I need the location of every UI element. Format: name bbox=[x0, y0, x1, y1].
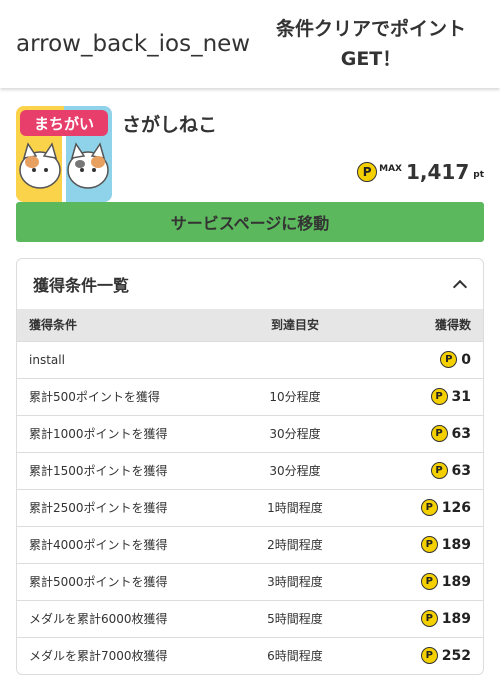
condition-cell: 累計500ポイントを獲得 bbox=[29, 390, 160, 404]
points-cell: P 63 bbox=[373, 452, 483, 489]
eta-cell: 3時間程度 bbox=[267, 575, 323, 589]
condition-cell: 累計1000ポイントを獲得 bbox=[29, 427, 168, 441]
table-row: 累計1000ポイントを獲得 30分程度 P 63 bbox=[17, 415, 483, 452]
table-row: メダルを累計6000枚獲得 5時間程度 P 189 bbox=[17, 600, 483, 637]
page-title-line-2: GET！ bbox=[340, 48, 402, 70]
point-coin-icon: P bbox=[430, 462, 448, 479]
service-page-button[interactable]: サービスページに移動 bbox=[16, 202, 484, 242]
condition-cell: 累計1500ポイントを獲得 bbox=[29, 464, 168, 478]
point-coin-icon: P bbox=[440, 351, 458, 368]
eta-cell: 30分程度 bbox=[269, 427, 321, 441]
max-points: P MAX 1,417 pt bbox=[357, 160, 484, 184]
points-cell: P 31 bbox=[373, 378, 483, 415]
points-value: 63 bbox=[451, 425, 471, 442]
table-row: install P 0 bbox=[17, 341, 483, 378]
points-value: 189 bbox=[441, 610, 471, 627]
max-label: MAX bbox=[379, 164, 402, 174]
point-coin-icon: P bbox=[430, 425, 448, 442]
table-header-row: 獲得条件 到達目安 獲得数 bbox=[17, 309, 483, 341]
points-cell: P 189 bbox=[373, 526, 483, 563]
eta-cell: 10分程度 bbox=[269, 390, 321, 404]
points-cell: P 189 bbox=[373, 563, 483, 600]
app-name: さがしねこ bbox=[122, 114, 218, 136]
points-cell: P 189 bbox=[373, 600, 483, 637]
app-icon-text: まちがい bbox=[34, 115, 94, 133]
points-value: 0 bbox=[461, 351, 471, 368]
page-title: 条件クリアでポイント GET！ bbox=[256, 14, 486, 74]
points-value: 126 bbox=[441, 499, 471, 516]
point-coin-icon: P bbox=[420, 573, 438, 590]
points-value: 189 bbox=[441, 573, 471, 590]
max-points-value: 1,417 bbox=[405, 160, 470, 184]
points-value: 189 bbox=[441, 536, 471, 553]
table-row: 累計1500ポイントを獲得 30分程度 P 63 bbox=[17, 452, 483, 489]
eta-cell: 6時間程度 bbox=[267, 649, 323, 664]
point-coin-icon: P bbox=[430, 388, 448, 405]
condition-cell: install bbox=[29, 352, 65, 367]
condition-cell: メダルを累計7000枚獲得 bbox=[29, 649, 168, 664]
back-button[interactable]: arrow_back_ios_new bbox=[16, 31, 256, 57]
conditions-table: 獲得条件 到達目安 獲得数 install P 0 累計500ポイントを獲得 10分程度… bbox=[17, 309, 483, 674]
eta-cell: 5時間程度 bbox=[267, 612, 323, 626]
point-coin-icon: P bbox=[357, 162, 378, 182]
points-value: 252 bbox=[441, 647, 471, 664]
app-icon: まちがい bbox=[16, 106, 112, 202]
points-value: 63 bbox=[451, 462, 471, 479]
eta-cell: 2時間程度 bbox=[267, 538, 323, 552]
condition-cell: 累計2500ポイントを獲得 bbox=[29, 501, 168, 515]
table-row: 累計500ポイントを獲得 10分程度 P 31 bbox=[17, 378, 483, 415]
point-coin-icon: P bbox=[420, 610, 438, 627]
condition-cell: 累計4000ポイントを獲得 bbox=[29, 538, 168, 552]
table-row: 累計4000ポイントを獲得 2時間程度 P 189 bbox=[17, 526, 483, 563]
eta-cell: 30分程度 bbox=[269, 464, 321, 478]
conditions-header[interactable]: 獲得条件一覧 bbox=[17, 259, 483, 309]
conditions-title: 獲得条件一覧 bbox=[33, 276, 130, 295]
condition-cell: 累計5000ポイントを獲得 bbox=[29, 575, 168, 589]
table-row: メダルを累計7000枚獲得 6時間程度 P 252 bbox=[17, 637, 483, 674]
eta-cell bbox=[217, 341, 373, 378]
column-header-eta: 到達目安 bbox=[270, 318, 319, 333]
table-row: 累計2500ポイントを獲得 1時間程度 P 126 bbox=[17, 489, 483, 526]
point-coin-icon: P bbox=[420, 499, 438, 516]
top-bar: arrow_back_ios_new 条件クリアでポイント GET！ bbox=[0, 0, 500, 88]
points-value: 31 bbox=[451, 388, 471, 405]
points-unit: pt bbox=[473, 170, 484, 180]
table-row: 累計5000ポイントを獲得 3時間程度 P 189 bbox=[17, 563, 483, 600]
points-cell: P 126 bbox=[373, 489, 483, 526]
points-cell: P 252 bbox=[373, 637, 483, 674]
point-coin-icon: P bbox=[420, 536, 438, 553]
condition-cell: メダルを累計6000枚獲得 bbox=[29, 612, 168, 626]
column-header-condition: 獲得条件 bbox=[29, 318, 78, 333]
point-coin-icon: P bbox=[420, 647, 438, 665]
points-cell: P 63 bbox=[373, 415, 483, 452]
eta-cell: 1時間程度 bbox=[267, 501, 323, 515]
chevron-up-icon[interactable] bbox=[452, 279, 468, 294]
points-cell: P0 bbox=[373, 341, 483, 378]
app-summary: まちがい さがしねこ P MAX 1,417 pt bbox=[0, 88, 500, 202]
page-title-line-1: 条件クリアでポイント bbox=[275, 18, 466, 40]
column-header-points: 獲得数 bbox=[434, 318, 471, 333]
conditions-card: 獲得条件一覧 獲得条件 到達目安 獲得数 install P 0 累計500ポイントを… bbox=[16, 258, 484, 675]
